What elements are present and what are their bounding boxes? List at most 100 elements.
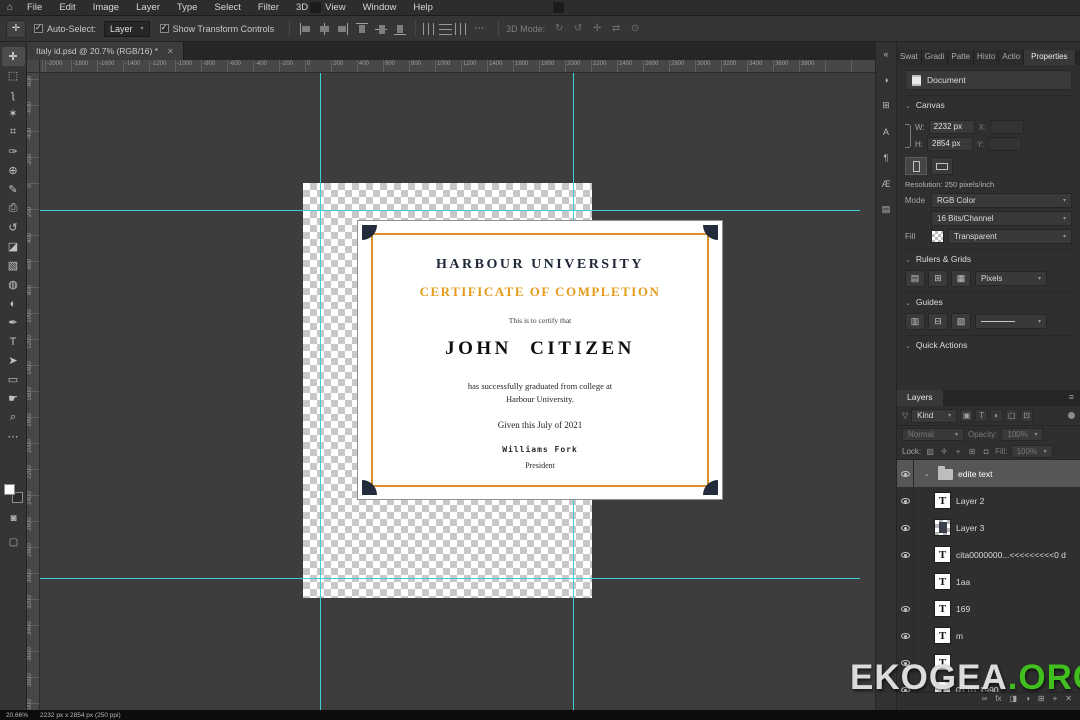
3d-roll-icon[interactable]: ↺: [570, 23, 586, 34]
distribute-vertical-icon[interactable]: [439, 22, 453, 35]
type-tool[interactable]: T: [2, 332, 25, 351]
expand-panels-icon[interactable]: «: [878, 46, 894, 61]
guide-horizontal-2[interactable]: [40, 578, 860, 579]
menu-item[interactable]: Image: [86, 0, 126, 16]
layer-thumbnail[interactable]: [934, 600, 951, 617]
menu-item[interactable]: Help: [406, 0, 440, 16]
align-bottom-edges-icon[interactable]: [392, 22, 408, 36]
menu-item[interactable]: Type: [170, 0, 205, 16]
certificate-artwork[interactable]: HARBOUR UNIVERSITY CERTIFICATE OF COMPLE…: [357, 220, 723, 500]
eyedropper-tool[interactable]: ✑: [2, 142, 25, 161]
horizontal-ruler[interactable]: -2000 -1800 -1600 -1400 -1200 -1000 -800 -600 -4…: [40, 60, 875, 73]
quick-selection-tool[interactable]: ✶: [2, 104, 25, 123]
3d-scale-icon[interactable]: ⊙: [627, 23, 643, 34]
glyphs-panel-icon[interactable]: Æ: [878, 176, 894, 191]
width-field[interactable]: 2232 px: [928, 120, 975, 134]
clear-guides-icon[interactable]: ▧: [951, 313, 971, 330]
panel-tab[interactable]: Histo: [974, 50, 1000, 65]
canvas-area[interactable]: -2000 -1800 -1600 -1400 -1200 -1000 -800 -600 -4…: [27, 60, 875, 710]
layer-thumbnail[interactable]: [934, 573, 951, 590]
layer-visibility-toggle[interactable]: [897, 487, 914, 514]
character-panel-icon[interactable]: A: [878, 124, 894, 139]
landscape-orientation-button[interactable]: [931, 157, 953, 175]
align-right-edges-icon[interactable]: [335, 22, 351, 36]
section-canvas[interactable]: Canvas: [905, 95, 1072, 113]
layer-visibility-toggle[interactable]: [897, 460, 914, 487]
lock-image-pixels-icon[interactable]: ✛: [938, 445, 950, 457]
move-tool[interactable]: ✛: [1, 47, 25, 66]
vertical-ruler[interactable]: -800 -600 -400 -200 0 200 400 600 800 1000 1200 140…: [27, 73, 40, 710]
section-quick-actions[interactable]: Quick Actions: [905, 335, 1072, 353]
menu-item[interactable]: Edit: [52, 0, 82, 16]
group-expand-icon[interactable]: [924, 470, 933, 478]
panel-tab[interactable]: Patte: [948, 50, 975, 65]
menu-item[interactable]: Select: [207, 0, 247, 16]
layer-thumbnail[interactable]: [934, 492, 951, 509]
edit-toolbar-icon[interactable]: ⋯: [2, 427, 25, 446]
panel-tab[interactable]: Actio: [999, 50, 1025, 65]
filter-type-layers-icon[interactable]: T: [975, 409, 989, 422]
layer-visibility-toggle[interactable]: [897, 595, 914, 622]
home-icon[interactable]: ⌂: [0, 2, 20, 13]
spot-healing-brush-tool[interactable]: ⊕: [2, 161, 25, 180]
color-swatches[interactable]: [4, 484, 23, 503]
link-dimensions-icon[interactable]: [905, 123, 911, 148]
layer-filter-kind-dropdown[interactable]: Kind: [911, 408, 958, 423]
rectangle-tool[interactable]: ▭: [2, 370, 25, 389]
filter-shape-layers-icon[interactable]: ▢: [1005, 409, 1019, 422]
tab-layers[interactable]: Layers: [897, 390, 943, 406]
eraser-tool[interactable]: ◪: [2, 237, 25, 256]
m[interactable]: m: [897, 622, 1080, 649]
align-horizontal-centers-icon[interactable]: [316, 22, 332, 36]
path-selection-tool[interactable]: ➤: [2, 351, 25, 370]
ruler-units-dropdown[interactable]: Pixels: [975, 271, 1047, 286]
zoom-level[interactable]: 20.66%: [6, 712, 28, 719]
panel-tab[interactable]: Swat: [897, 50, 922, 65]
document-tab[interactable]: Italy id.psd @ 20.7% (RGB/16) * ✕: [27, 42, 184, 60]
section-rulers-grids[interactable]: Rulers & Grids: [905, 249, 1072, 267]
distribute-spacing-icon[interactable]: [455, 22, 469, 35]
toggle-grid-icon[interactable]: ⊞: [928, 270, 948, 287]
panel-tab[interactable]: Gradi: [921, 50, 949, 65]
toggle-rulers-icon[interactable]: ▤: [905, 270, 925, 287]
guide-layout-icon[interactable]: ⊟: [928, 313, 948, 330]
current-tool-icon[interactable]: ✛: [6, 19, 26, 38]
clone-stamp-tool[interactable]: ⎙: [2, 199, 25, 218]
auto-select-target-dropdown[interactable]: Layer: [104, 20, 150, 37]
filter-adjustment-layers-icon[interactable]: ◐: [990, 409, 1004, 422]
ruler-origin-button[interactable]: [27, 60, 40, 73]
3d-pan-icon[interactable]: ✛: [589, 23, 605, 34]
guide-horizontal-1[interactable]: [40, 210, 860, 211]
section-guides[interactable]: Guides: [905, 292, 1072, 310]
3d-slide-icon[interactable]: ⇄: [608, 23, 624, 34]
layer-filtering-toggle[interactable]: [1068, 412, 1075, 419]
hand-tool[interactable]: ☛: [2, 389, 25, 408]
align-vertical-centers-icon[interactable]: [373, 22, 389, 36]
169[interactable]: 169: [897, 595, 1080, 622]
fill-dropdown[interactable]: Transparent: [948, 229, 1072, 244]
cita0000000...<<<<<<<<<0 d[interactable]: cita0000000...<<<<<<<<<0 d: [897, 541, 1080, 568]
show-transform-checkbox[interactable]: Show Transform Controls: [159, 23, 274, 34]
Layer 2[interactable]: Layer 2: [897, 487, 1080, 514]
screen-mode-icon[interactable]: ▢: [2, 533, 25, 551]
menu-item[interactable]: Window: [356, 0, 404, 16]
auto-select-checkbox[interactable]: Auto-Select:: [34, 23, 96, 34]
lock-position-icon[interactable]: +: [952, 445, 964, 457]
portrait-orientation-button[interactable]: [905, 157, 927, 175]
lasso-tool[interactable]: ʅ: [2, 85, 25, 104]
layer-thumbnail[interactable]: [934, 519, 951, 536]
layer-thumbnail[interactable]: [934, 546, 951, 563]
zoom-tool[interactable]: ⌕: [2, 408, 25, 427]
layer-comps-panel-icon[interactable]: ▤: [878, 202, 894, 217]
crop-tool[interactable]: ⌗: [2, 123, 25, 142]
menu-item[interactable]: Layer: [129, 0, 167, 16]
layer-thumbnail[interactable]: [934, 627, 951, 644]
pen-tool[interactable]: ✒: [2, 313, 25, 332]
tab-properties[interactable]: Properties: [1024, 50, 1076, 65]
paragraph-panel-icon[interactable]: ¶: [878, 150, 894, 165]
filter-smart-objects-icon[interactable]: ⊡: [1020, 409, 1034, 422]
more-options-icon[interactable]: ⋯: [474, 23, 485, 34]
dodge-tool[interactable]: ◐: [2, 294, 25, 313]
1aa[interactable]: 1aa: [897, 568, 1080, 595]
toggle-pixel-grid-icon[interactable]: ▦: [951, 270, 971, 287]
